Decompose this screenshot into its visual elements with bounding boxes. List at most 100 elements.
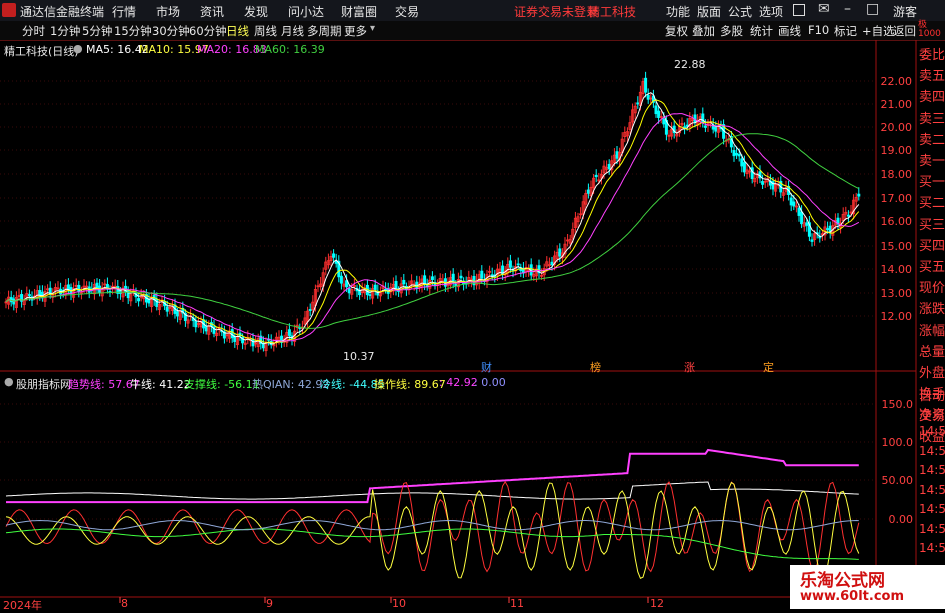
quote-panel-label: 现价: [919, 281, 945, 297]
candle-body: [654, 105, 658, 115]
indicator-value: 趋势线: 57.67: [68, 378, 140, 391]
indicator-value: 热QIAN: 42.92: [252, 378, 330, 391]
trade-panel-label: 14:56: [919, 463, 945, 477]
adjust-button[interactable]: 复权: [665, 23, 688, 39]
indicator-tick: 150.0: [881, 398, 914, 411]
quote-panel-label: 买一: [919, 175, 945, 191]
candle-body: [137, 298, 141, 302]
menu-options[interactable]: 选项: [759, 3, 783, 20]
quote-panel-label: 卖二: [919, 132, 945, 148]
menu-wealth[interactable]: 财富圈: [341, 3, 377, 20]
menu-discover[interactable]: 发现: [244, 3, 268, 20]
x-axis-label: 10: [392, 597, 406, 610]
candle-body: [740, 158, 744, 167]
tab-60min[interactable]: 60分钟: [189, 23, 227, 39]
price-tick: 20.00: [880, 121, 913, 134]
candle-body: [204, 326, 208, 332]
menu-formula[interactable]: 公式: [728, 3, 752, 20]
window-icon[interactable]: [793, 4, 805, 16]
event-marker[interactable]: 定: [763, 359, 774, 375]
level2-icon[interactable]: 极 1000: [918, 21, 941, 39]
price-tick: 12.00: [880, 310, 913, 323]
draw-button[interactable]: 画线: [778, 23, 801, 39]
cold-line: [5, 519, 859, 531]
stats-button[interactable]: 统计: [750, 23, 773, 39]
indicator-tick: 50.00: [881, 474, 914, 487]
candle-body: [454, 283, 458, 286]
guest-label[interactable]: 游客: [893, 3, 917, 20]
x-axis-label: 11: [510, 597, 524, 610]
x-axis-label: 12: [650, 597, 664, 610]
event-marker[interactable]: 榜: [590, 359, 601, 375]
app-logo-icon: [2, 3, 16, 17]
candle-body: [339, 275, 343, 284]
price-tick: 22.00: [880, 75, 913, 88]
mark-button[interactable]: 标记: [834, 23, 857, 39]
menu-markets[interactable]: 市场: [156, 3, 180, 20]
candle-body: [287, 329, 291, 336]
menu-layout[interactable]: 版面: [697, 3, 721, 20]
tab-30min[interactable]: 30分钟: [152, 23, 190, 39]
tab-daily[interactable]: 日线: [226, 23, 249, 39]
price-tick: 21.00: [880, 98, 913, 111]
trade-panel-label: 14:56: [919, 521, 945, 536]
login-notice[interactable]: 证券交易未登录: [514, 3, 598, 20]
back-button[interactable]: 返回: [893, 23, 916, 39]
candle-body: [607, 163, 611, 170]
multistock-button[interactable]: 多股: [720, 23, 743, 39]
candle-body: [332, 253, 336, 258]
candle-body: [347, 287, 351, 294]
tab-5min[interactable]: 5分钟: [82, 23, 112, 39]
ma-line: [5, 92, 860, 345]
tab-1min[interactable]: 1分钟: [50, 23, 80, 39]
f10-button[interactable]: F10: [808, 23, 829, 37]
quote-panel-label: 总量: [919, 344, 945, 360]
tab-intraday[interactable]: 分时: [22, 23, 45, 39]
tab-15min[interactable]: 15分钟: [114, 23, 152, 39]
event-marker[interactable]: 涨: [684, 359, 695, 375]
candle-body: [27, 294, 31, 296]
candle-body: [230, 329, 234, 339]
menu-ask[interactable]: 问小达: [288, 3, 324, 20]
menu-trade[interactable]: 交易: [395, 3, 419, 20]
candle-body: [233, 336, 237, 342]
candle-body: [508, 260, 512, 268]
overlay-button[interactable]: 叠加: [692, 23, 715, 39]
candle-body: [662, 118, 666, 125]
ma-line: [5, 113, 860, 342]
quote-panel-label: 卖三: [919, 111, 945, 127]
candle-body: [636, 102, 640, 105]
tab-weekly[interactable]: 周线: [254, 23, 277, 39]
price-tick: 19.00: [880, 144, 913, 157]
tab-more[interactable]: 更多: [344, 23, 367, 39]
price-chart[interactable]: [0, 40, 945, 609]
menu-market[interactable]: 行情: [112, 3, 136, 20]
candle-body: [737, 154, 741, 157]
trade-panel-label: 14:56: [919, 502, 945, 516]
settings-icon[interactable]: ✉: [818, 1, 830, 17]
candle-body: [797, 207, 801, 216]
tab-multi[interactable]: 多周期: [307, 23, 342, 39]
add-watchlist-button[interactable]: +自选: [862, 23, 895, 39]
maximize-icon[interactable]: □: [866, 1, 879, 17]
event-marker[interactable]: 财: [481, 359, 492, 375]
ma-line: [5, 133, 860, 329]
x-axis-label: 2024年: [3, 599, 42, 612]
price-tick: 15.00: [880, 240, 913, 253]
chevron-down-icon[interactable]: ▾: [370, 23, 375, 34]
x-axis-ticks: [119, 597, 649, 603]
trade-panel-label: 14:56: [919, 482, 945, 497]
x-axis-label: 8: [121, 597, 128, 610]
menu-function[interactable]: 功能: [666, 3, 690, 20]
indicator-tick: 0.00: [888, 513, 914, 526]
quote-panel-label: 买三: [919, 217, 945, 233]
candle-body: [430, 276, 434, 280]
menu-news[interactable]: 资讯: [200, 3, 224, 20]
candle-body: [857, 193, 861, 197]
minimize-icon[interactable]: –: [844, 1, 851, 17]
candle-body: [742, 162, 746, 173]
candle-body: [732, 150, 736, 157]
candle-body: [846, 214, 850, 217]
tab-monthly[interactable]: 月线: [281, 23, 304, 39]
indicator-circle-icon[interactable]: ●: [4, 375, 14, 388]
